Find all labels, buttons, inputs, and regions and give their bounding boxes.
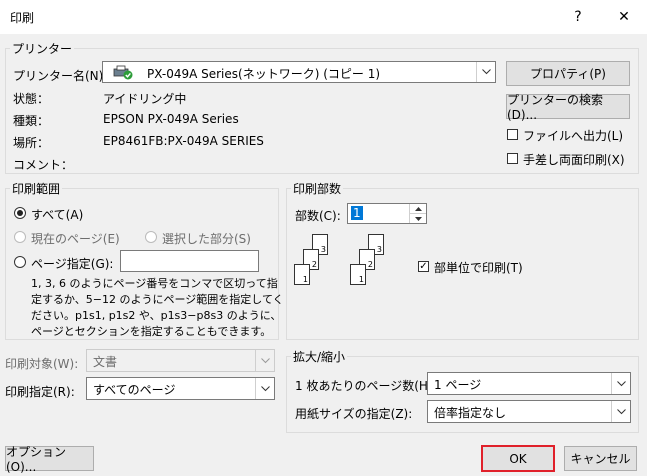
ok-button[interactable]: OK — [481, 445, 555, 472]
range-help-text: 1, 3, 6 のようにページ番号をコンマで区切って指 定するか、5−12 のよ… — [31, 277, 284, 338]
collate-label: 部単位で印刷(T) — [434, 261, 523, 275]
status-label: 状態： — [13, 92, 50, 106]
collate-checkbox[interactable]: ✓ — [418, 261, 429, 272]
chevron-down-icon — [476, 62, 495, 82]
scale-to-paper-select[interactable]: 倍率指定なし — [427, 400, 631, 423]
pages-per-sheet-select[interactable]: 1 ページ — [427, 372, 631, 395]
range-current-page-label: 現在のページ(E) — [31, 232, 120, 246]
copies-count-label: 部数(C): — [295, 209, 341, 223]
collate-illustration-2: 3 2 1 — [348, 234, 393, 296]
location-value: EP8461FB:PX-049A SERIES — [103, 134, 264, 148]
manual-duplex-checkbox[interactable] — [507, 153, 518, 164]
comment-label: コメント： — [13, 158, 74, 172]
printer-name-select[interactable]: PX-049A Series(ネットワーク) (コピー 1) — [102, 61, 496, 83]
title-bar — [0, 0, 647, 34]
zoom-group-label: 拡大/縮小 — [291, 348, 348, 365]
find-printer-button[interactable]: プリンターの検索(D)... — [506, 93, 630, 122]
copies-stepper[interactable]: 1 — [347, 203, 427, 224]
printer-group-label: プリンター — [10, 40, 75, 57]
range-all-radio[interactable] — [14, 207, 26, 219]
range-all-label: すべて(A) — [31, 208, 84, 222]
range-pages-radio[interactable] — [14, 256, 26, 268]
location-label: 場所： — [13, 136, 50, 150]
copies-group-label: 印刷部数 — [291, 180, 344, 197]
page-range-input[interactable] — [120, 250, 259, 272]
stepper-down-icon[interactable] — [410, 214, 426, 223]
range-current-page-radio[interactable] — [14, 231, 26, 243]
collate-illustration-1: 3 2 1 — [292, 234, 337, 296]
print-what-label: 印刷対象(W): — [5, 357, 79, 371]
manual-duplex-label: 手差し両面印刷(X) — [523, 153, 625, 167]
properties-button[interactable]: プロパティ(P) — [506, 61, 630, 86]
range-selection-label: 選択した部分(S) — [162, 232, 251, 246]
printer-name-label: プリンター名(N): — [13, 69, 108, 83]
print-what-select[interactable]: 文書 — [86, 349, 275, 372]
chevron-down-icon — [611, 373, 630, 394]
options-button[interactable]: オプション(O)... — [5, 445, 94, 474]
chevron-down-icon — [611, 401, 630, 422]
copies-value: 1 — [351, 206, 363, 220]
chevron-down-icon — [255, 350, 274, 371]
print-spec-label: 印刷指定(R): — [5, 385, 75, 399]
stepper-arrows[interactable] — [409, 204, 426, 223]
print-range-group-label: 印刷範囲 — [10, 180, 63, 197]
printer-name-value: PX-049A Series(ネットワーク) (コピー 1) — [147, 67, 381, 81]
pages-per-sheet-label: 1 枚あたりのページ数(H): — [295, 379, 437, 393]
chevron-down-icon — [255, 378, 274, 399]
type-label: 種類： — [13, 114, 50, 128]
stepper-up-icon[interactable] — [410, 204, 426, 214]
status-value: アイドリング中 — [103, 92, 187, 106]
type-value: EPSON PX-049A Series — [103, 112, 239, 126]
print-to-file-checkbox[interactable] — [507, 129, 518, 140]
window-title: 印刷 — [10, 11, 35, 25]
range-selection-radio[interactable] — [145, 231, 157, 243]
print-spec-select[interactable]: すべてのページ — [86, 377, 275, 400]
cancel-button[interactable]: キャンセル — [564, 446, 637, 471]
scale-to-paper-label: 用紙サイズの指定(Z): — [295, 407, 413, 421]
close-button[interactable]: ✕ — [601, 0, 647, 34]
range-pages-label: ページ指定(G): — [31, 257, 114, 271]
help-button[interactable]: ? — [555, 0, 601, 34]
print-to-file-label: ファイルへ出力(L) — [523, 129, 624, 143]
printer-icon — [113, 65, 133, 83]
